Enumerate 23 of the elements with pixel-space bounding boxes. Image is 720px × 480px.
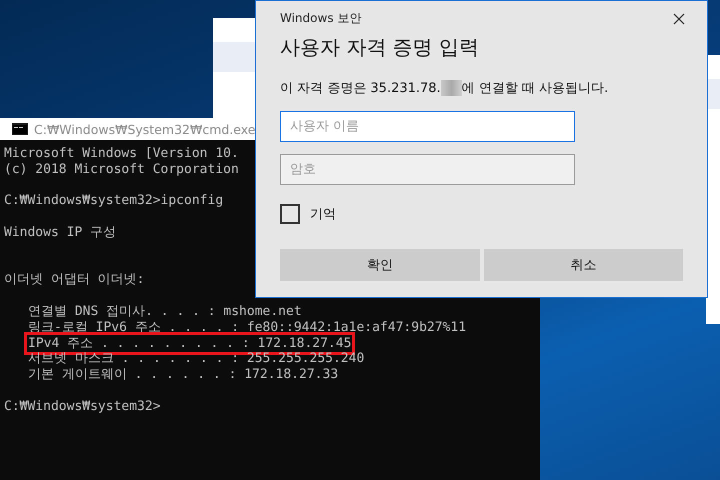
console-line: 서브넷 마스크 . . . . . . . : 255.255.255.240	[28, 351, 364, 368]
ok-button[interactable]: 확인	[280, 249, 480, 281]
close-button[interactable]	[671, 10, 687, 26]
console-title: C:₩Windows₩System32₩cmd.exe	[34, 122, 256, 136]
console-line: C:₩Windows₩system32>ipconfig	[4, 193, 224, 210]
redaction-block	[440, 80, 462, 96]
console-line: (c) 2018 Microsoft Corporation	[4, 162, 239, 178]
message-text: 이 자격 증명은 35.231.78.	[280, 80, 441, 97]
remember-checkbox[interactable]	[280, 204, 300, 224]
dialog-heading: 사용자 자격 증명 입력	[280, 34, 480, 61]
console-line: 이더넷 어댑터 이더넷:	[4, 272, 144, 288]
checkbox-label: 기억	[310, 206, 336, 223]
console-line: 기본 게이트웨이 . . . . . . : 172.18.27.33	[28, 367, 338, 383]
password-field[interactable]: 암호	[280, 154, 575, 185]
dialog-title: Windows 보안	[280, 10, 362, 27]
console-line: Windows IP 구성	[4, 224, 116, 241]
console-icon	[12, 123, 28, 135]
username-field[interactable]: 사용자 이름	[280, 111, 575, 142]
console-line: Microsoft Windows [Version 10.	[4, 146, 239, 162]
message-text: 에 연결할 때 사용됩니다.	[462, 80, 608, 97]
console-line: C:₩Windows₩system32>	[4, 398, 161, 415]
console-line: 연결별 DNS 접미사. . . . : mshome.net	[28, 304, 302, 320]
cancel-button[interactable]: 취소	[484, 249, 683, 281]
